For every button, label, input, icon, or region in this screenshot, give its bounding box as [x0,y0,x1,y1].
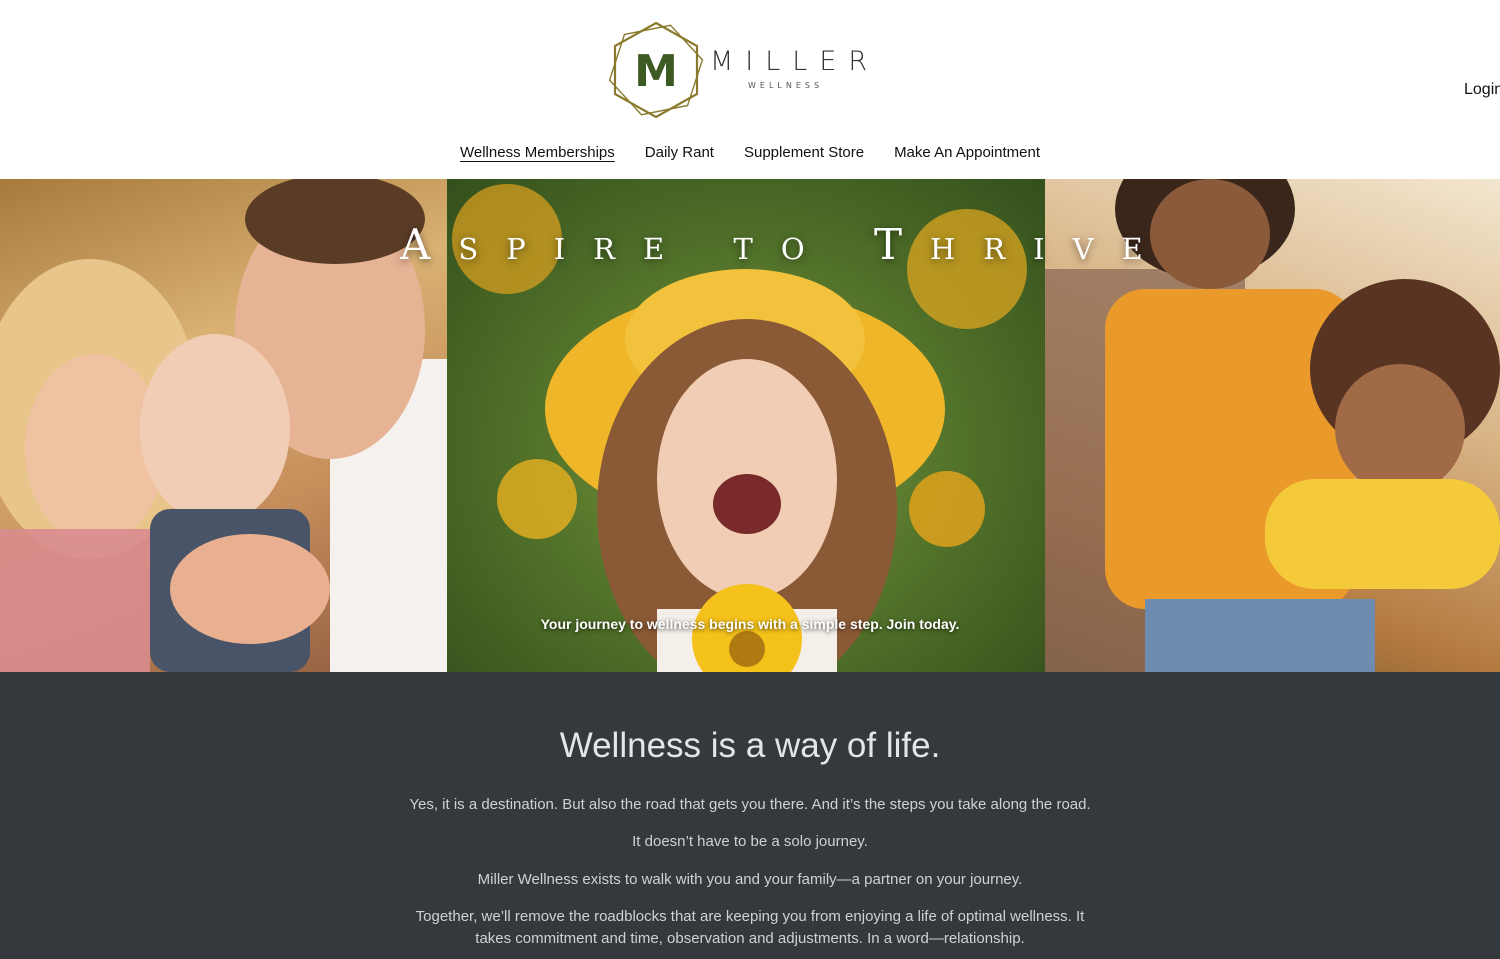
site-header: M MILLER WELLNESS Login Wellness Members… [0,0,1500,179]
intro-heading: Wellness is a way of life. [559,726,941,765]
nav-item-daily-rant[interactable]: Daily Rant [645,143,714,165]
intro-paragraph: Yes, it is a destination. But also the r… [409,796,1091,813]
nav-item-supplement-store[interactable]: Supplement Store [744,143,864,165]
hero-banner: Aspire to Thrive Your journey to wellnes… [0,179,1500,672]
intro-section: Wellness is a way of life. Yes, it is a … [0,672,1500,959]
intro-paragraph: It doesn’t have to be a solo journey. [632,833,868,850]
intro-paragraph: Miller Wellness exists to walk with you … [477,871,1023,888]
main-nav: Wellness Memberships Daily Rant Suppleme… [0,143,1500,165]
logo-letter: M [634,46,678,97]
hero-title: Aspire to Thrive [400,220,1171,269]
brand-name: MILLER [710,46,880,77]
intro-paragraph: Together, we’ll remove the roadblocks th… [415,908,1085,947]
nav-item-make-an-appointment[interactable]: Make An Appointment [894,143,1040,165]
hero-image-family [0,179,447,672]
brand-tagline: WELLNESS [748,81,824,90]
hero-caption: Your journey to wellness begins with a s… [540,616,960,632]
login-link[interactable]: Login [1464,81,1500,99]
logo-hexagon-icon: M [608,21,704,119]
nav-item-wellness-memberships[interactable]: Wellness Memberships [460,143,615,165]
brand-logo[interactable]: M MILLER WELLNESS [606,20,876,120]
